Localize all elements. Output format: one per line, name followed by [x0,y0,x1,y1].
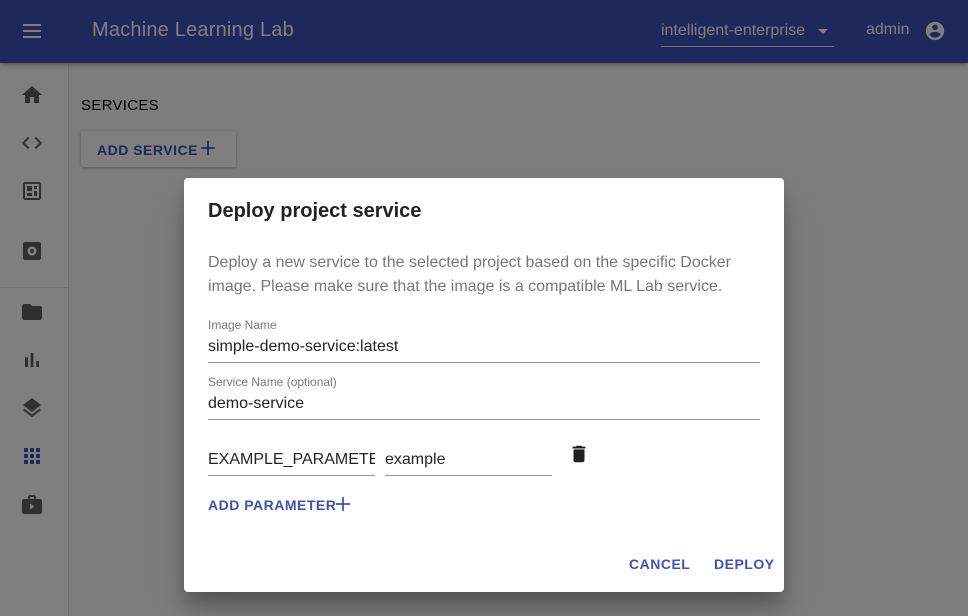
service-name-input[interactable] [208,395,760,413]
add-parameter-button[interactable]: ADD PARAMETER [208,494,368,514]
image-name-input[interactable] [208,338,760,356]
service-name-field: Service Name (optional) [208,375,760,420]
parameter-value-input[interactable] [385,451,552,469]
deploy-button[interactable]: DEPLOY [714,556,775,572]
plus-icon [336,497,350,511]
parameter-key-input[interactable] [208,451,375,469]
dialog-title: Deploy project service [208,200,422,222]
parameter-key-field [208,443,375,476]
delete-icon[interactable] [568,442,590,466]
service-name-label: Service Name (optional) [208,375,337,389]
deploy-service-dialog: Deploy project service Deploy a new serv… [184,178,784,592]
image-name-field: Image Name [208,318,760,363]
dialog-description: Deploy a new service to the selected pro… [208,254,731,295]
add-parameter-label: ADD PARAMETER [208,497,337,513]
cancel-button[interactable]: CANCEL [629,556,690,572]
image-name-label: Image Name [208,318,277,332]
parameter-value-field [385,443,552,476]
